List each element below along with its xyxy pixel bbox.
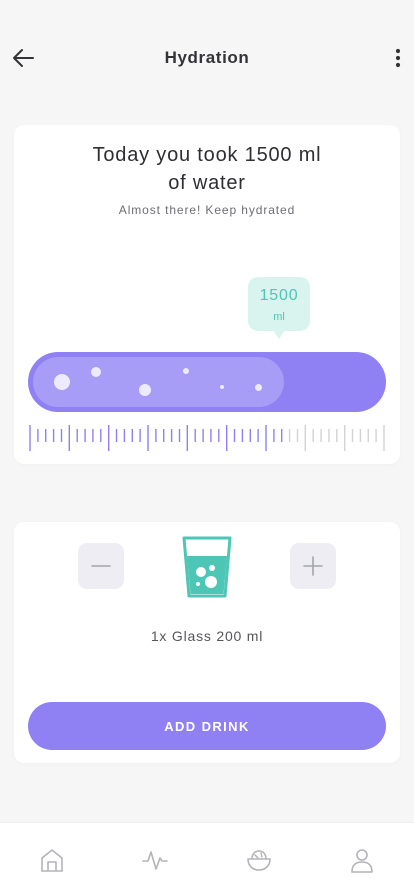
food-bowl-icon	[247, 850, 271, 871]
bubble-decoration	[91, 367, 101, 377]
progress-fill	[33, 357, 284, 407]
activity-icon	[142, 851, 168, 870]
headline-line-2: of water	[168, 172, 246, 194]
intake-ruler	[29, 425, 385, 451]
bubble-decoration	[139, 384, 151, 396]
bubble-decoration	[220, 385, 224, 389]
tab-activity[interactable]	[142, 847, 168, 873]
plus-icon	[303, 556, 323, 576]
intake-value-tooltip: 1500 ml	[248, 277, 310, 339]
minus-icon	[91, 565, 111, 567]
add-drink-button[interactable]: ADD DRINK	[28, 702, 386, 750]
page-title: Hydration	[164, 48, 250, 67]
bubble-decoration	[54, 374, 70, 390]
add-drink-card: 1x Glass 200 ml ADD DRINK	[14, 522, 400, 763]
more-vertical-icon	[395, 48, 401, 68]
hydration-progress-bar	[28, 352, 386, 412]
more-options-button[interactable]	[390, 44, 406, 72]
tab-home[interactable]	[39, 847, 65, 873]
bubble-decoration	[255, 384, 262, 391]
hydration-summary-card: Today you took 1500 ml of water Almost t…	[14, 125, 400, 464]
headline-line-1: Today you took 1500 ml	[92, 144, 322, 166]
increase-amount-button[interactable]	[290, 543, 336, 589]
water-glass-icon	[182, 536, 232, 598]
home-icon	[41, 849, 63, 872]
bubble-decoration	[183, 368, 189, 374]
daily-intake-headline: Today you took 1500 ml of water	[54, 141, 360, 197]
encouragement-text: Almost there! Keep hydrated	[118, 203, 296, 217]
intake-unit: ml	[273, 311, 285, 323]
intake-value: 1500	[259, 287, 299, 304]
serving-size-label: 1x Glass 200 ml	[150, 628, 264, 644]
decrease-amount-button[interactable]	[78, 543, 124, 589]
bottom-tab-bar	[0, 822, 414, 896]
profile-icon	[351, 849, 373, 873]
app-header: Hydration	[0, 0, 414, 116]
tab-profile[interactable]	[349, 847, 375, 873]
tab-nutrition[interactable]	[246, 847, 272, 873]
